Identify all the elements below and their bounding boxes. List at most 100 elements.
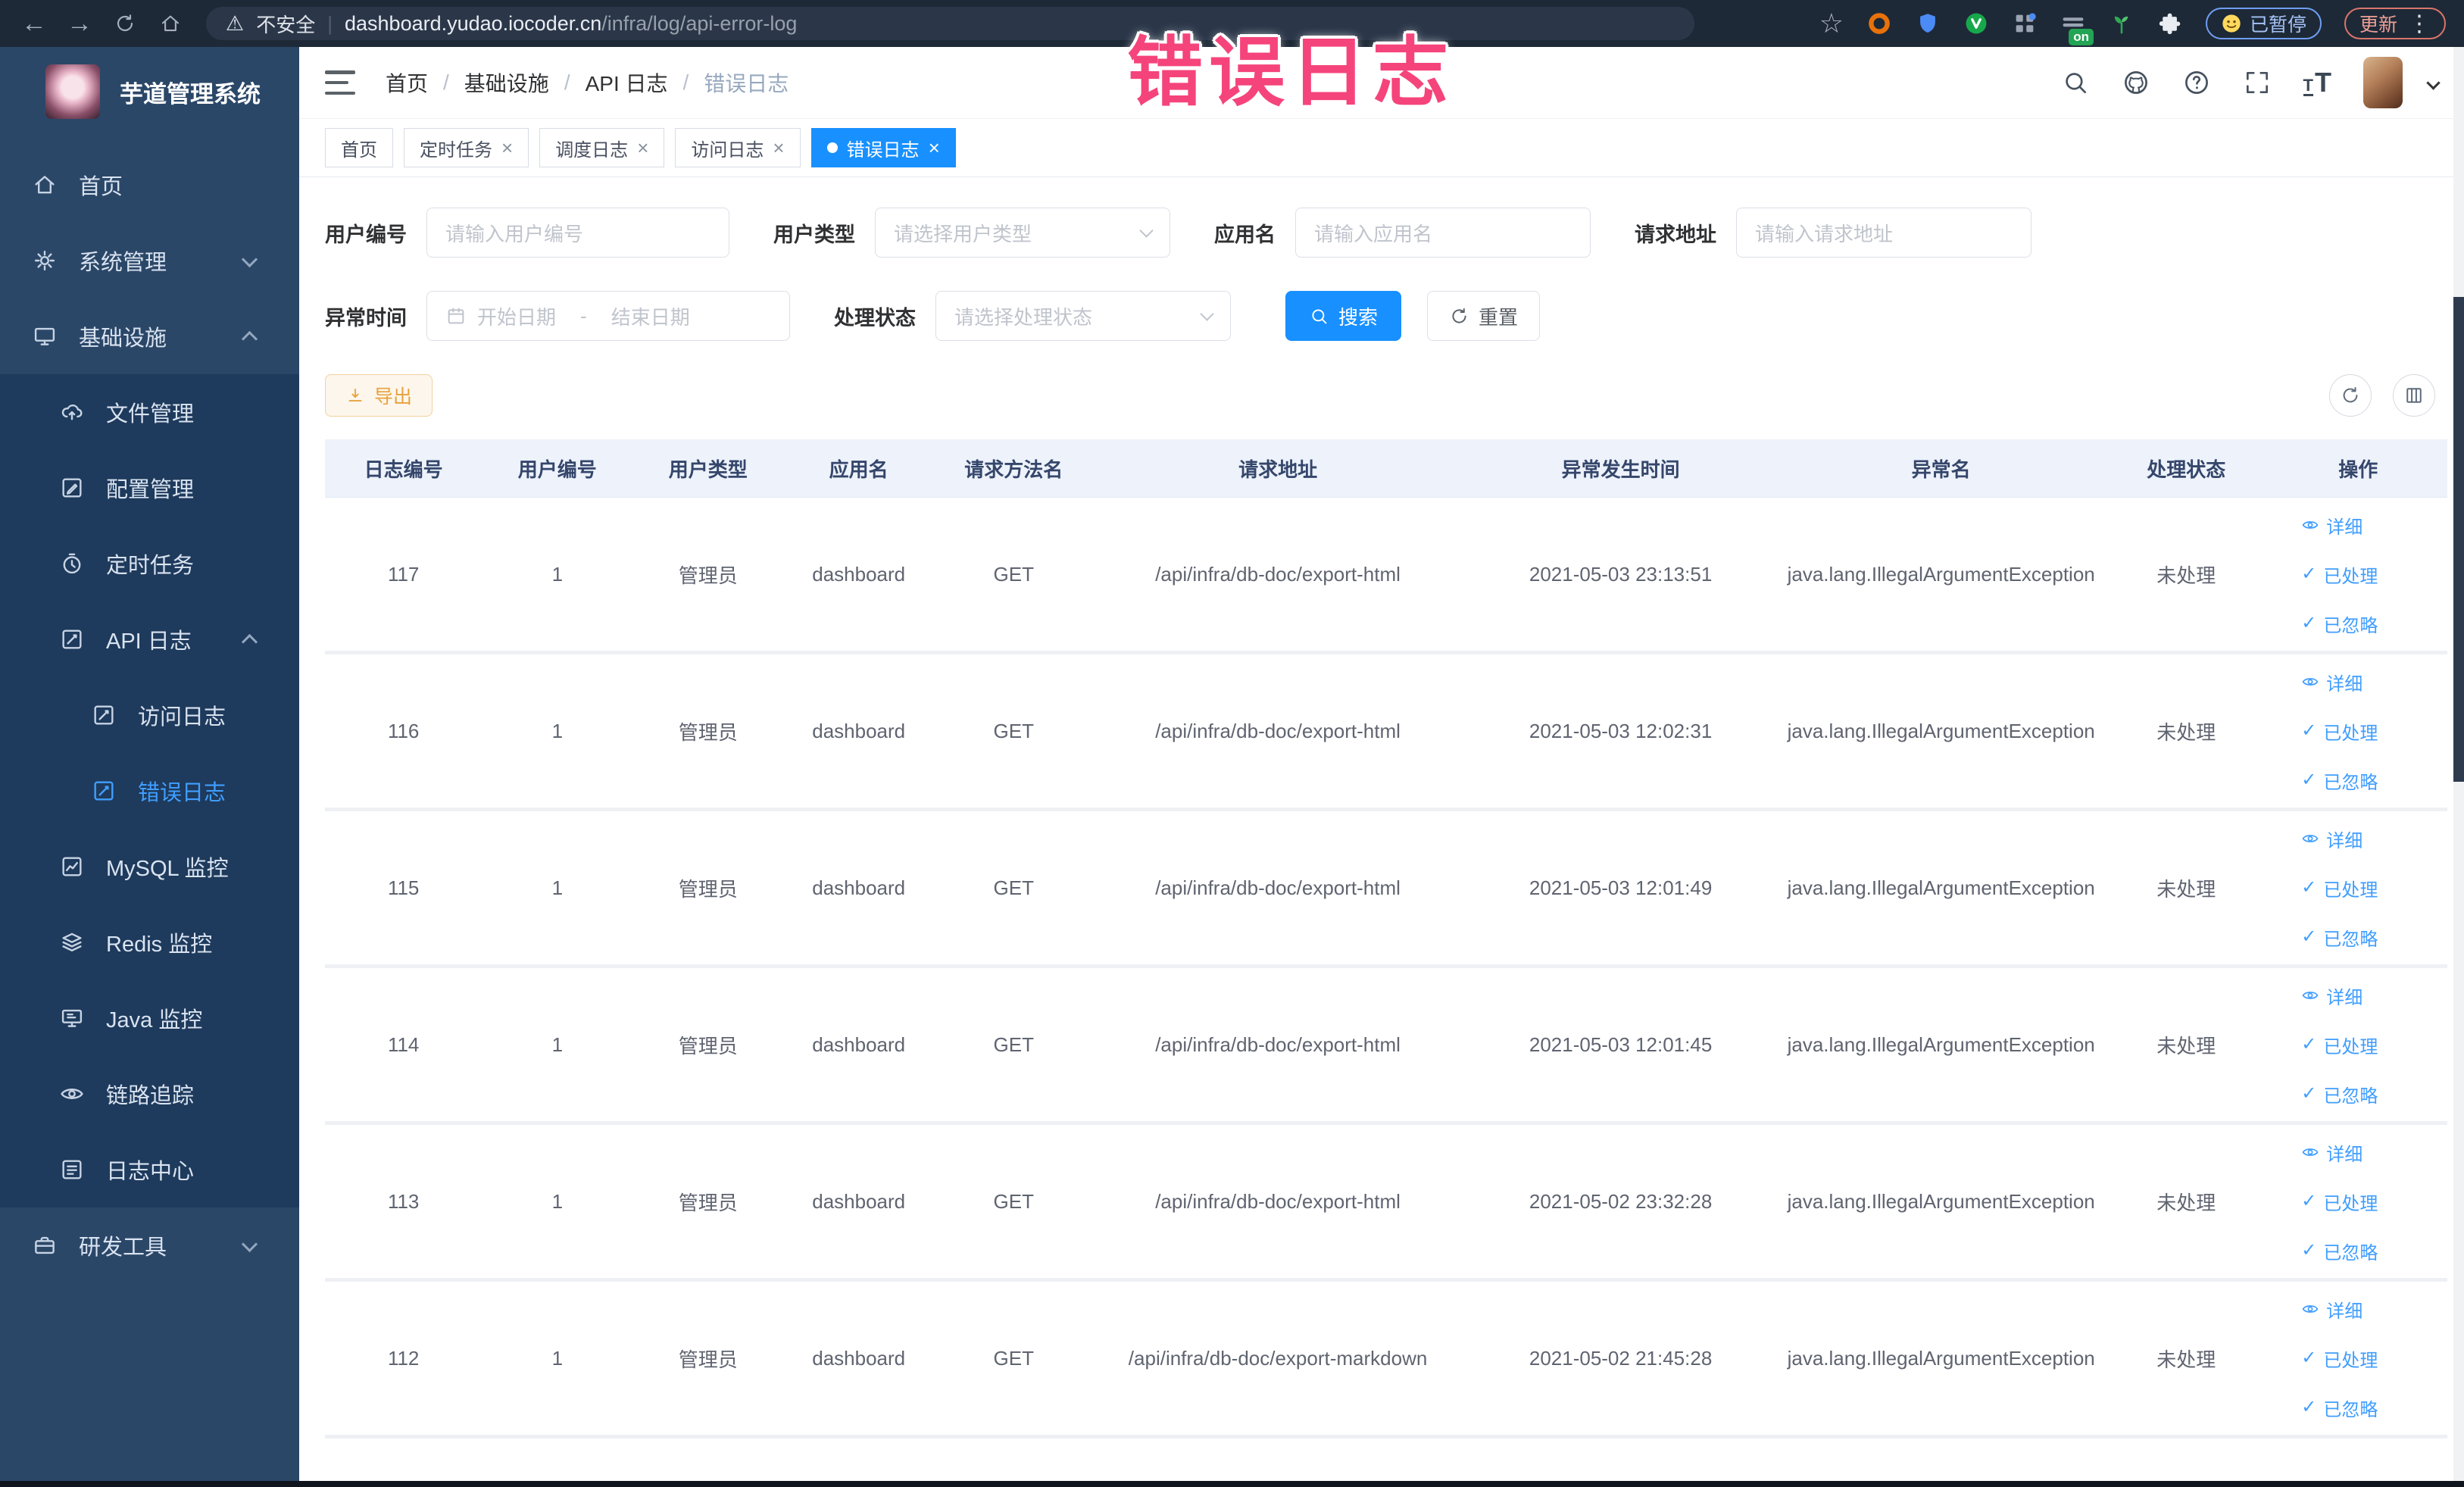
sidebar-item-system[interactable]: 系统管理 (0, 223, 299, 298)
cell-url: /api/infra/db-doc/export-html (1155, 1189, 1401, 1213)
action-label: 已处理 (2323, 723, 2378, 744)
action-label: 已忽略 (2323, 615, 2378, 636)
processed-link[interactable]: ✓ 已处理 (2301, 561, 2378, 588)
ignored-link[interactable]: ✓ 已忽略 (2301, 767, 2378, 794)
processed-link[interactable]: ✓ 已处理 (2301, 875, 2378, 901)
sidebar: 芋道管理系统 首页 系统管理 基础设施 文件管理 配置管理 定时任务 API 日志 访问日志错… (0, 47, 299, 1487)
sidebar-item-error-log[interactable]: 错误日志 (0, 753, 299, 829)
cell-actions: 详细 ✓ 已处理 ✓ 已忽略 (2269, 498, 2447, 651)
sidebar-item-trace[interactable]: 链路追踪 (0, 1056, 299, 1132)
sidebar-item-access-log[interactable]: 访问日志 (0, 677, 299, 753)
search-button[interactable]: 搜索 (1285, 291, 1402, 341)
detail-link[interactable]: 详细 (2301, 1139, 2363, 1166)
tab-home[interactable]: 首页 (325, 128, 393, 167)
check-icon: ✓ (2301, 1240, 2317, 1261)
sidebar-item-job[interactable]: 定时任务 (0, 526, 299, 601)
app-logo[interactable]: 芋道管理系统 (0, 47, 299, 126)
app-name-input[interactable]: 请输入应用名 (1295, 208, 1591, 258)
on-badge: on (2069, 29, 2094, 45)
exception-time-range-input[interactable]: 开始日期 - 结束日期 (426, 291, 790, 341)
sidebar-item-home[interactable]: 首页 (0, 147, 299, 223)
timer-icon (59, 551, 85, 576)
user-id-input[interactable]: 请输入用户编号 (426, 208, 729, 258)
address-bar[interactable]: ⚠ 不安全 | dashboard.yudao.iocoder.cn/infra… (206, 7, 1694, 40)
detail-link[interactable]: 详细 (2301, 669, 2363, 695)
sidebar-item-api-log[interactable]: API 日志 (0, 601, 299, 677)
app-window: 芋道管理系统 首页 系统管理 基础设施 文件管理 配置管理 定时任务 API 日志 访问日志错… (0, 47, 2464, 1487)
sidebar-item-config[interactable]: 配置管理 (0, 450, 299, 526)
sidebar-item-file[interactable]: 文件管理 (0, 374, 299, 450)
sidebar-item-redis[interactable]: Redis 监控 (0, 904, 299, 980)
reload-icon[interactable] (105, 3, 145, 44)
close-icon[interactable]: × (501, 138, 513, 158)
processed-link[interactable]: ✓ 已处理 (2301, 1189, 2378, 1215)
font-size-icon[interactable]: TT (2303, 69, 2331, 96)
browser-toolbar: ← → ⚠ 不安全 | dashboard.yudao.iocoder.cn/i… (0, 0, 2464, 47)
sidebar-item-dev-tools[interactable]: 研发工具 (0, 1207, 299, 1283)
search-icon[interactable] (2061, 68, 2090, 97)
column-settings-button[interactable] (2393, 374, 2435, 417)
extension-green-v-icon[interactable] (1963, 11, 1989, 36)
request-url-input[interactable]: 请输入请求地址 (1736, 208, 2031, 258)
extension-sprout-icon[interactable] (2109, 11, 2135, 36)
user-type-select[interactable]: 请选择用户类型 (875, 208, 1170, 258)
user-menu-caret-icon[interactable] (2426, 75, 2441, 90)
breadcrumb-api-log[interactable]: API 日志 (586, 67, 668, 98)
refresh-table-button[interactable] (2329, 374, 2372, 417)
fullscreen-icon[interactable] (2243, 68, 2272, 97)
processed-link[interactable]: ✓ 已处理 (2301, 1345, 2378, 1372)
update-pill[interactable]: 更新 ⋮ (2344, 8, 2446, 39)
ignored-link[interactable]: ✓ 已忽略 (2301, 1081, 2378, 1107)
github-icon[interactable] (2122, 68, 2150, 97)
extensions-puzzle-icon[interactable] (2157, 11, 2183, 36)
breadcrumb-home[interactable]: 首页 (386, 67, 428, 98)
sidebar-item-mysql[interactable]: MySQL 监控 (0, 829, 299, 904)
tab-error-log[interactable]: 错误日志 × (810, 128, 956, 167)
back-icon[interactable]: ← (14, 3, 55, 44)
sidebar-item-infra[interactable]: 基础设施 (0, 298, 299, 374)
processed-link[interactable]: ✓ 已处理 (2301, 718, 2378, 745)
processed-link[interactable]: ✓ 已处理 (2301, 1032, 2378, 1058)
extension-switch-icon[interactable]: on (2060, 11, 2094, 45)
paused-pill[interactable]: 已暂停 (2205, 8, 2322, 39)
ignored-link[interactable]: ✓ 已忽略 (2301, 611, 2378, 637)
detail-link[interactable]: 详细 (2301, 982, 2363, 1009)
cell-method: GET (993, 1032, 1034, 1056)
app-title: 芋道管理系统 (120, 80, 261, 108)
close-icon[interactable]: × (773, 138, 784, 158)
ignored-link[interactable]: ✓ 已忽略 (2301, 1238, 2378, 1264)
export-button[interactable]: 导出 (325, 374, 433, 417)
breadcrumb-separator: / (443, 70, 449, 94)
help-icon[interactable] (2182, 68, 2211, 97)
browser-menu-kebab-icon[interactable]: ⋮ (2408, 11, 2431, 37)
ignored-link[interactable]: ✓ 已忽略 (2301, 1395, 2378, 1421)
detail-link[interactable]: 详细 (2301, 1296, 2363, 1323)
sidebar-item-log-center[interactable]: 日志中心 (0, 1132, 299, 1207)
extension-shield-icon[interactable] (1915, 11, 1941, 36)
tab-job[interactable]: 定时任务 × (404, 128, 529, 167)
close-icon[interactable]: × (637, 138, 648, 158)
extension-orange-ring-icon[interactable] (1866, 11, 1892, 36)
breadcrumb-infra[interactable]: 基础设施 (464, 67, 549, 98)
process-status-select[interactable]: 请选择处理状态 (935, 291, 1231, 341)
sidebar-item-java[interactable]: Java 监控 (0, 980, 299, 1056)
cell-user_id: 1 (551, 1032, 564, 1056)
detail-link[interactable]: 详细 (2301, 512, 2363, 539)
ignored-link[interactable]: ✓ 已忽略 (2301, 924, 2378, 951)
bookmark-star-icon[interactable]: ☆ (1819, 10, 1844, 37)
scrollbar-track[interactable] (2453, 47, 2464, 1481)
cell-id: 112 (387, 1346, 420, 1370)
cell-time: 2021-05-02 21:45:28 (1529, 1346, 1713, 1370)
scrollbar-thumb[interactable] (2453, 297, 2464, 782)
user-avatar[interactable] (2363, 57, 2403, 108)
detail-link[interactable]: 详细 (2301, 826, 2363, 852)
close-icon[interactable]: × (929, 138, 940, 158)
extension-apps-grid-icon[interactable] (2012, 11, 2038, 36)
forward-icon[interactable]: → (59, 3, 100, 44)
sidebar-collapse-icon[interactable] (325, 70, 355, 95)
reset-button[interactable]: 重置 (1427, 291, 1541, 341)
breadcrumb-separator: / (564, 70, 570, 94)
tab-job-log[interactable]: 调度日志 × (539, 128, 665, 167)
tab-access-log[interactable]: 访问日志 × (675, 128, 801, 167)
browser-home-icon[interactable] (150, 3, 191, 44)
